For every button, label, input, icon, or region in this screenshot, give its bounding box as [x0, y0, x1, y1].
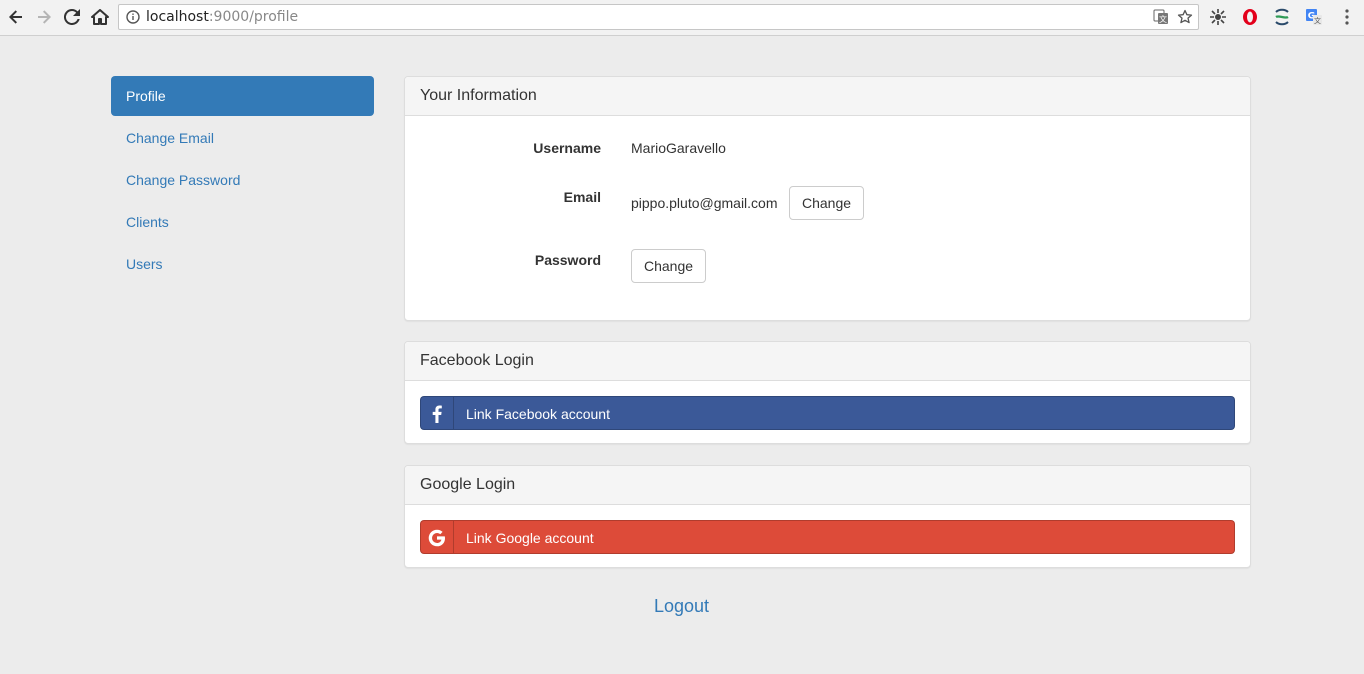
google-panel: Google Login Link Google account — [404, 465, 1251, 568]
forward-arrow-icon[interactable] — [32, 6, 56, 28]
google-icon — [421, 521, 454, 553]
svg-text:文: 文 — [1314, 16, 1321, 25]
username-value: MarioGaravello — [631, 140, 726, 156]
back-arrow-icon[interactable] — [4, 6, 28, 28]
sidebar-item-users[interactable]: Users — [111, 244, 374, 284]
username-label: Username — [533, 140, 601, 156]
svg-text:文: 文 — [1159, 14, 1167, 24]
browser-toolbar: localhost:9000/profile 文 G文 — [0, 0, 1364, 36]
info-panel-title: Your Information — [405, 77, 1250, 116]
email-label: Email — [563, 189, 601, 205]
facebook-icon — [421, 397, 454, 429]
google-panel-title: Google Login — [405, 466, 1250, 505]
extension-icon[interactable] — [1207, 6, 1229, 28]
info-icon[interactable] — [126, 10, 140, 27]
sidebar-item-change-email[interactable]: Change Email — [111, 118, 374, 158]
info-panel: Your Information Username MarioGaravello… — [404, 76, 1251, 321]
link-google-button[interactable]: Link Google account — [420, 520, 1235, 554]
opera-icon[interactable] — [1239, 6, 1261, 28]
link-facebook-button[interactable]: Link Facebook account — [420, 396, 1235, 430]
sidebar-item-change-password[interactable]: Change Password — [111, 160, 374, 200]
url-text: localhost:9000/profile — [146, 9, 299, 25]
extension-swirl-icon[interactable] — [1271, 6, 1293, 28]
reload-icon[interactable] — [60, 6, 84, 28]
link-facebook-label: Link Facebook account — [466, 406, 610, 422]
home-icon[interactable] — [88, 6, 112, 28]
link-google-label: Link Google account — [466, 530, 594, 546]
email-value: pippo.pluto@gmail.com — [631, 195, 778, 211]
sidebar-item-profile[interactable]: Profile — [111, 76, 374, 116]
password-label: Password — [534, 252, 601, 268]
menu-dots-icon[interactable] — [1336, 6, 1358, 28]
translate-icon[interactable]: 文 — [1153, 9, 1169, 28]
logout-link[interactable]: Logout — [654, 596, 709, 617]
facebook-panel: Facebook Login Link Facebook account — [404, 341, 1251, 444]
change-email-button[interactable]: Change — [789, 186, 865, 220]
sidebar-item-clients[interactable]: Clients — [111, 202, 374, 242]
change-password-button[interactable]: Change — [631, 249, 707, 283]
star-icon[interactable] — [1177, 9, 1193, 28]
google-translate-icon[interactable]: G文 — [1303, 6, 1325, 28]
address-bar[interactable]: localhost:9000/profile 文 — [118, 4, 1199, 30]
sidebar-nav: Profile Change Email Change Password Cli… — [111, 76, 374, 286]
facebook-panel-title: Facebook Login — [405, 342, 1250, 381]
